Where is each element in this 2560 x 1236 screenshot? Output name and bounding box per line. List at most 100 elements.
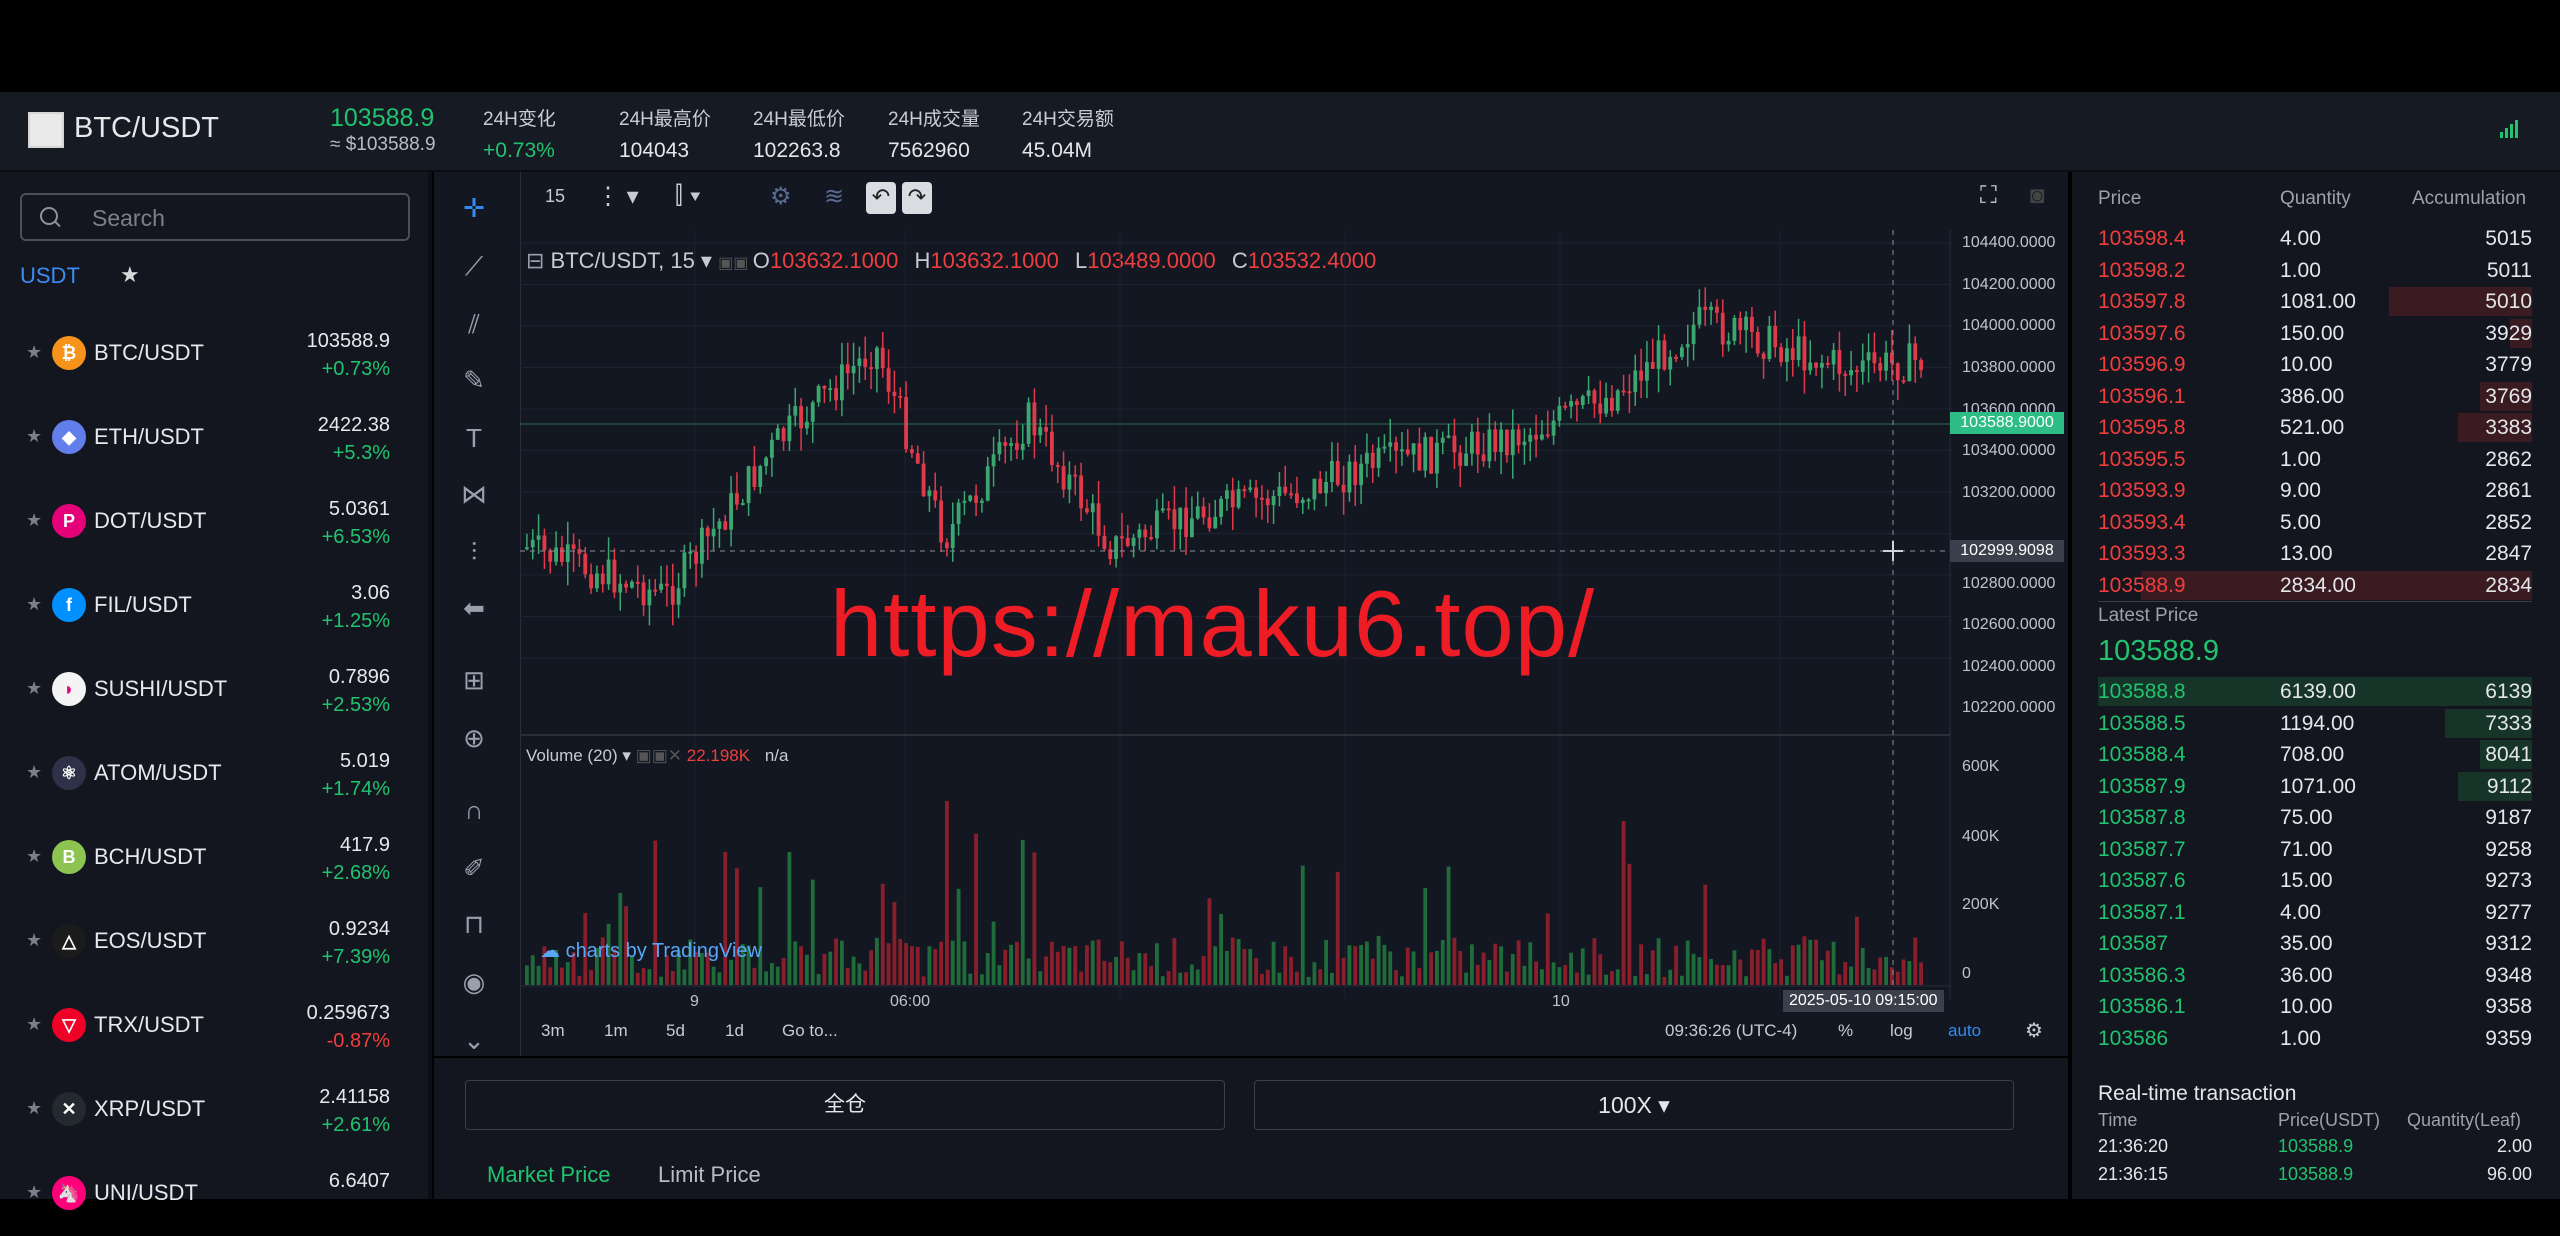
pair-title[interactable]: BTC/USDT [74, 112, 219, 145]
ask-row[interactable]: 103593.9 9.00 2861 [2098, 475, 2532, 506]
measure-icon[interactable]: ⫶ [452, 532, 496, 572]
bid-row[interactable]: 103587.8 75.00 9187 [2098, 802, 2532, 833]
back-arrow-icon[interactable]: ⬅ [452, 588, 496, 628]
coin-row[interactable]: ★ ◗ SUSHI/USDT 0.7896 +2.53% [0, 648, 428, 732]
ask-row[interactable]: 103595.5 1.00 2862 [2098, 444, 2532, 475]
pitchfork-icon[interactable]: ⫽ [452, 304, 496, 344]
star-icon[interactable]: ★ [26, 762, 42, 783]
percent-toggle[interactable]: % [1838, 1021, 1853, 1041]
bid-row[interactable]: 103587.1 4.00 9277 [2098, 897, 2532, 928]
star-icon[interactable]: ★ [26, 594, 42, 615]
tradingview-brand[interactable]: ☁ charts by TradingView [540, 938, 762, 963]
chart-clock: 09:36:26 (UTC-4) [1665, 1021, 1798, 1040]
chart-settings-icon[interactable]: ⚙ [2025, 1018, 2043, 1043]
volume-bar [1779, 959, 1783, 985]
ruler-icon[interactable]: ⊞ [452, 660, 496, 700]
candle-body [688, 551, 693, 554]
candle-body [1645, 362, 1649, 381]
eye-icon[interactable]: ◉ [452, 962, 496, 1002]
star-icon[interactable]: ★ [26, 510, 42, 531]
tab-usdt[interactable]: USDT [20, 263, 80, 289]
ask-row[interactable]: 103598.2 1.00 5011 [2098, 255, 2532, 286]
ask-row[interactable]: 103596.1 386.00 3769 [2098, 381, 2532, 412]
coin-row[interactable]: ★ ⚛ ATOM/USDT 5.019 +1.74% [0, 732, 428, 816]
star-icon[interactable]: ★ [26, 1098, 42, 1119]
coin-change: +5.3% [332, 442, 390, 464]
volume-bar [1230, 937, 1235, 985]
tab-favorites[interactable]: ★ [120, 262, 140, 288]
candle-body [1382, 446, 1387, 449]
tab-limit-price[interactable]: Limit Price [658, 1162, 761, 1188]
bid-row[interactable]: 103587.9 1071.00 9112 [2098, 771, 2532, 802]
log-toggle[interactable]: log [1890, 1021, 1913, 1041]
star-icon[interactable]: ★ [26, 426, 42, 447]
crosshair-icon[interactable]: ✛ [452, 188, 496, 228]
margin-mode-select[interactable]: 全仓 [465, 1080, 1225, 1130]
ask-row[interactable]: 103595.8 521.00 3383 [2098, 412, 2532, 443]
coin-row[interactable]: ★ P DOT/USDT 5.0361 +6.53% [0, 480, 428, 564]
coin-row[interactable]: ★ ₿ BTC/USDT 103588.9 +0.73% [0, 312, 428, 396]
magnet-icon[interactable]: ∩ [452, 790, 496, 830]
bid-row[interactable]: 103588.4 708.00 8041 [2098, 739, 2532, 770]
ask-row[interactable]: 103596.9 10.00 3779 [2098, 349, 2532, 380]
tab-market-price[interactable]: Market Price [487, 1162, 610, 1188]
ask-row[interactable]: 103597.6 150.00 3929 [2098, 318, 2532, 349]
star-icon[interactable]: ★ [26, 1182, 42, 1203]
search-input[interactable] [90, 197, 394, 239]
ask-row[interactable]: 103598.4 4.00 5015 [2098, 223, 2532, 254]
ask-row[interactable]: 103597.8 1081.00 5010 [2098, 286, 2532, 317]
bid-row[interactable]: 103586.3 36.00 9348 [2098, 960, 2532, 991]
leverage-select[interactable]: 100X ▾ [1254, 1080, 2014, 1130]
ask-row[interactable]: 103593.4 5.00 2852 [2098, 507, 2532, 538]
trend-line-icon[interactable]: ⟋ [452, 246, 496, 286]
coin-row[interactable]: ★ f FIL/USDT 3.06 +1.25% [0, 564, 428, 648]
bid-row[interactable]: 103588.8 6139.00 6139 [2098, 676, 2532, 707]
star-icon[interactable]: ★ [26, 846, 42, 867]
edit-lock-icon[interactable]: ✐ [452, 848, 496, 888]
fullscreen-icon[interactable]: ⛶ [1980, 182, 1997, 210]
coin-row[interactable]: ★ ▽ TRX/USDT 0.259673 -0.87% [0, 984, 428, 1068]
ask-row[interactable]: 103593.3 13.00 2847 [2098, 538, 2532, 569]
star-icon[interactable]: ★ [26, 678, 42, 699]
bid-row[interactable]: 103587.6 15.00 9273 [2098, 865, 2532, 896]
redo-button[interactable]: ↷ [902, 182, 932, 214]
coin-icon: ✕ [52, 1092, 86, 1126]
bid-row[interactable]: 103587.7 71.00 9258 [2098, 834, 2532, 865]
camera-icon[interactable]: ◙ [2030, 182, 2045, 210]
bid-row[interactable]: 103586 1.00 9359 [2098, 1023, 2532, 1054]
coin-row[interactable]: ★ ◆ ETH/USDT 2422.38 +5.3% [0, 396, 428, 480]
range-3m[interactable]: 3m [541, 1021, 565, 1041]
star-icon[interactable]: ★ [26, 930, 42, 951]
coin-row[interactable]: ★ B BCH/USDT 417.9 +2.68% [0, 816, 428, 900]
text-tool-icon[interactable]: T [452, 418, 496, 458]
candles-icon[interactable]: ⫿ ▾ [675, 182, 701, 210]
brush-icon[interactable]: ✎ [452, 360, 496, 400]
bid-row[interactable]: 103588.5 1194.00 7333 [2098, 708, 2532, 739]
star-icon[interactable]: ★ [26, 342, 42, 363]
lock-icon[interactable]: ⊓ [452, 904, 496, 944]
coin-icon: 🦄 [52, 1176, 86, 1210]
zoom-in-icon[interactable]: ⊕ [452, 718, 496, 758]
coin-row[interactable]: ★ ✕ XRP/USDT 2.41158 +2.61% [0, 1068, 428, 1152]
ask-row[interactable]: 103588.9 2834.00 2834 [2098, 570, 2532, 601]
more-icon[interactable]: ⋮ ▾ [596, 182, 639, 211]
auto-toggle[interactable]: auto [1948, 1021, 1981, 1041]
undo-button[interactable]: ↶ [866, 182, 896, 214]
volume-bar [1895, 971, 1900, 985]
settings-icon[interactable]: ⚙ [770, 182, 792, 211]
range-1d[interactable]: 1d [725, 1021, 744, 1041]
interval-select[interactable]: 15 [545, 186, 565, 207]
volume-bar [723, 851, 728, 985]
range-1m[interactable]: 1m [604, 1021, 628, 1041]
chevron-down-icon[interactable]: ⌄ [452, 1020, 496, 1060]
volume-label[interactable]: Volume (20) [526, 746, 618, 765]
coin-row[interactable]: ★ 🦄 UNI/USDT 6.6407 [0, 1152, 428, 1236]
bid-row[interactable]: 103586.1 10.00 9358 [2098, 991, 2532, 1022]
indicators-icon[interactable]: ≋ [824, 182, 844, 211]
range-5d[interactable]: 5d [666, 1021, 685, 1041]
bid-row[interactable]: 103587 35.00 9312 [2098, 928, 2532, 959]
coin-row[interactable]: ★ △ EOS/USDT 0.9234 +7.39% [0, 900, 428, 984]
pattern-icon[interactable]: ⋈ [452, 474, 496, 514]
star-icon[interactable]: ★ [26, 1014, 42, 1035]
goto-button[interactable]: Go to... [782, 1021, 838, 1041]
